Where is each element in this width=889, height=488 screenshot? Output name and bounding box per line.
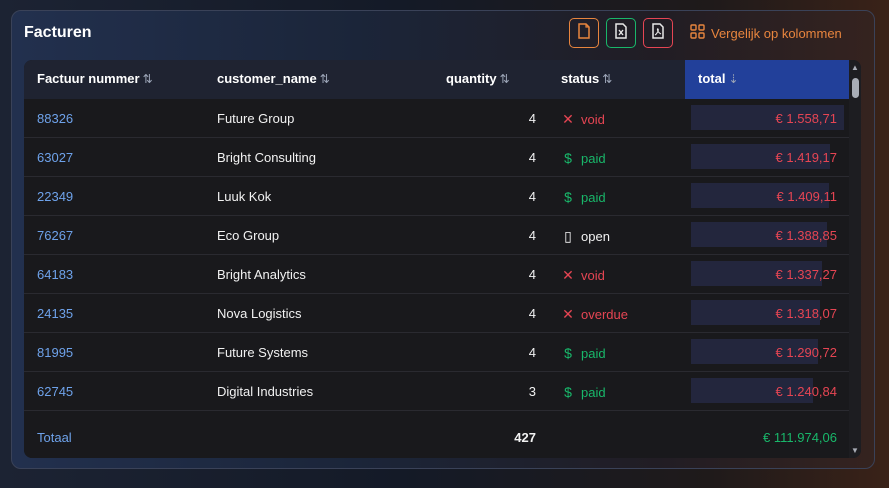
total-value: € 1.240,84 <box>775 384 837 399</box>
invoice-number-link[interactable]: 24135 <box>37 306 73 321</box>
table-row[interactable]: 88326 Future Group 4 ✕ void € 1.558,71 <box>24 99 849 138</box>
table-header: Factuur nummer ⇅ customer_name ⇅ quantity ⇅… <box>24 60 849 99</box>
table-row[interactable]: 24135 Nova Logistics 4 ✕ overdue € 1.318,07 <box>24 294 849 333</box>
status-label: paid <box>581 150 606 166</box>
status-label: paid <box>581 345 606 361</box>
card-title: Facturen <box>24 24 92 41</box>
quantity-value: 4 <box>528 189 536 204</box>
customer-name: Bright Analytics <box>217 267 306 282</box>
status-badge: $ paid <box>562 345 606 361</box>
status-badge: $ paid <box>562 384 606 400</box>
total-value: € 1.409,11 <box>776 189 837 204</box>
table-row[interactable]: 22349 Luuk Kok 4 $ paid € 1.409,11 <box>24 177 849 216</box>
export-excel-button[interactable] <box>606 18 636 48</box>
total-value: € 1.419,17 <box>775 150 837 165</box>
sort-icon: ⇅ <box>499 71 510 86</box>
vertical-scrollbar[interactable]: ▲ ▼ <box>849 60 861 458</box>
customer-name: Digital Industries <box>217 384 314 399</box>
compare-columns-label: Vergelijk op kolommen <box>711 25 842 41</box>
status-label: overdue <box>581 307 628 322</box>
total-value: € 1.388,85 <box>775 228 837 243</box>
customer-name: Eco Group <box>217 228 280 243</box>
status-badge: $ paid <box>562 150 606 166</box>
footer-quantity: 427 <box>514 430 536 445</box>
sort-icon: ⇅ <box>319 71 330 86</box>
scroll-up-icon[interactable]: ▲ <box>851 63 859 72</box>
quantity-value: 3 <box>528 384 536 399</box>
table-row[interactable]: 64183 Bright Analytics 4 ✕ void € 1.337,27 <box>24 255 849 294</box>
dollar-icon: $ <box>564 150 572 166</box>
table-footer: Totaal 427 € 111.974,06 <box>24 418 849 458</box>
customer-name: Luuk Kok <box>217 189 272 204</box>
status-badge: ✕ void <box>562 111 605 128</box>
total-value: € 1.558,71 <box>775 111 837 126</box>
compare-columns-button[interactable]: Vergelijk op kolommen <box>690 24 842 42</box>
header-quantity[interactable]: quantity ⇅ <box>446 71 510 86</box>
pdf-icon <box>651 22 665 44</box>
total-value: € 1.290,72 <box>775 345 837 360</box>
status-badge: ▯ open <box>562 228 610 245</box>
total-value: € 1.318,07 <box>775 306 837 321</box>
table-row[interactable]: 63027 Bright Consulting 4 $ paid € 1.419,17 <box>24 138 849 177</box>
status-badge: ✕ void <box>562 267 605 284</box>
customer-name: Future Systems <box>217 345 309 360</box>
invoice-number-link[interactable]: 63027 <box>37 150 73 165</box>
export-file-button[interactable] <box>569 18 599 48</box>
header-status[interactable]: status ⇅ <box>561 71 612 86</box>
footer-total: € 111.974,06 <box>763 430 837 445</box>
file-icon <box>577 22 591 44</box>
sort-icon: ⇅ <box>602 71 613 86</box>
document-icon: ▯ <box>564 228 572 244</box>
status-label: paid <box>581 189 606 205</box>
x-icon: ✕ <box>562 267 574 283</box>
invoices-card: Facturen Vergelijk op kolommen Factuur n… <box>11 10 875 469</box>
status-label: void <box>581 112 605 127</box>
invoice-number-link[interactable]: 64183 <box>37 267 73 282</box>
quantity-value: 4 <box>528 306 536 321</box>
x-icon: ✕ <box>562 306 574 322</box>
status-label: void <box>581 268 605 283</box>
quantity-value: 4 <box>528 150 536 165</box>
total-value: € 1.337,27 <box>775 267 837 282</box>
x-icon: ✕ <box>562 111 574 127</box>
sort-desc-icon: ⇣ <box>728 71 739 86</box>
header-invoice-number[interactable]: Factuur nummer ⇅ <box>37 71 153 86</box>
invoice-number-link[interactable]: 62745 <box>37 384 73 399</box>
table-row[interactable]: 81995 Future Systems 4 $ paid € 1.290,72 <box>24 333 849 372</box>
dollar-icon: $ <box>564 345 572 361</box>
table-row[interactable]: 76267 Eco Group 4 ▯ open € 1.388,85 <box>24 216 849 255</box>
customer-name: Bright Consulting <box>217 150 316 165</box>
quantity-value: 4 <box>528 267 536 282</box>
status-label: paid <box>581 384 606 400</box>
excel-icon <box>614 22 628 44</box>
header-customer-name[interactable]: customer_name ⇅ <box>217 71 330 86</box>
columns-icon <box>690 24 705 42</box>
quantity-value: 4 <box>528 228 536 243</box>
quantity-value: 4 <box>528 111 536 126</box>
status-label: open <box>581 229 610 244</box>
status-badge: ✕ overdue <box>562 306 628 323</box>
invoice-number-link[interactable]: 76267 <box>37 228 73 243</box>
quantity-value: 4 <box>528 345 536 360</box>
sort-icon: ⇅ <box>142 71 153 86</box>
scrollbar-thumb[interactable] <box>852 78 859 98</box>
dollar-icon: $ <box>564 384 572 400</box>
customer-name: Nova Logistics <box>217 306 302 321</box>
footer-label: Totaal <box>37 430 72 445</box>
status-badge: $ paid <box>562 189 606 205</box>
scroll-down-icon[interactable]: ▼ <box>851 446 859 455</box>
dollar-icon: $ <box>564 189 572 205</box>
header-total[interactable]: total ⇣ <box>698 71 739 86</box>
table-row[interactable]: 62745 Digital Industries 3 $ paid € 1.240,84 <box>24 372 849 411</box>
invoices-table: Factuur nummer ⇅ customer_name ⇅ quantity ⇅… <box>24 60 861 458</box>
invoice-number-link[interactable]: 81995 <box>37 345 73 360</box>
invoice-number-link[interactable]: 22349 <box>37 189 73 204</box>
export-pdf-button[interactable] <box>643 18 673 48</box>
invoice-number-link[interactable]: 88326 <box>37 111 73 126</box>
customer-name: Future Group <box>217 111 295 126</box>
